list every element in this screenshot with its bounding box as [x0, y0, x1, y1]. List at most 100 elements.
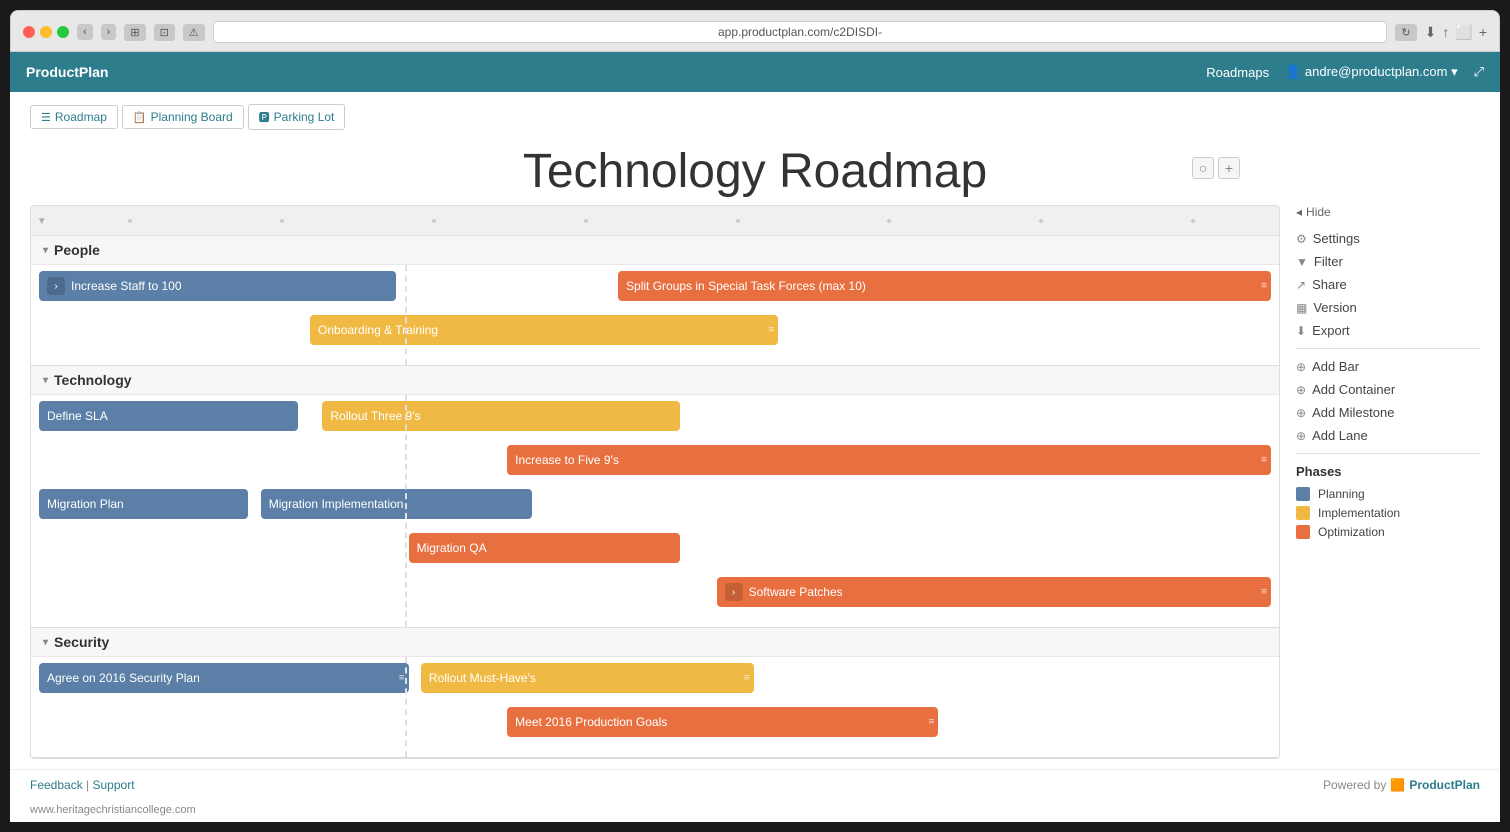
container-technology-header[interactable]: ▾ Technology: [31, 366, 1279, 395]
bar-production-goals[interactable]: Meet 2016 Production Goals ≡: [507, 707, 938, 737]
phase-planning-dot: [1296, 487, 1310, 501]
bar-menu-icon[interactable]: ≡: [399, 673, 405, 684]
page-title-area: Technology Roadmap ○ +: [10, 130, 1500, 205]
phase-implementation-label: Implementation: [1318, 506, 1400, 520]
add-container-button[interactable]: ⊕ Add Container: [1296, 382, 1480, 397]
phase-optimization: Optimization: [1296, 525, 1480, 539]
feedback-link[interactable]: Feedback: [30, 778, 83, 792]
container-people: ▾ People › Increase Staff to 100 S: [31, 236, 1279, 366]
nav-roadmaps[interactable]: Roadmaps: [1206, 65, 1269, 80]
bar-rollout-three[interactable]: Rollout Three 9's: [322, 401, 679, 431]
tab-parking-lot[interactable]: 🅿 Parking Lot: [248, 104, 346, 130]
zoom-controls: ○ +: [1192, 157, 1240, 179]
zoom-out-button[interactable]: ○: [1192, 157, 1214, 179]
phase-planning: Planning: [1296, 487, 1480, 501]
add-bar-icon: ⊕: [1296, 360, 1306, 374]
bar-menu-icon[interactable]: ≡: [1261, 455, 1267, 466]
security-collapse-arrow[interactable]: ▾: [43, 637, 48, 648]
bar-menu-icon[interactable]: ≡: [1261, 281, 1267, 292]
bar-security-plan[interactable]: Agree on 2016 Security Plan ≡: [39, 663, 409, 693]
container-technology: ▾ Technology Define SLA Rollout Three 9'…: [31, 366, 1279, 628]
back-button[interactable]: ‹: [77, 24, 93, 40]
version-icon: ▦: [1296, 301, 1307, 315]
traffic-light-green[interactable]: [57, 26, 69, 38]
planning-tab-icon: 📋: [133, 111, 147, 124]
bar-increase-five[interactable]: Increase to Five 9's ≡: [507, 445, 1271, 475]
tab-roadmap[interactable]: ☰ Roadmap: [30, 105, 118, 129]
add-bar-label: Add Bar: [1312, 359, 1359, 374]
bar-split-groups[interactable]: Split Groups in Special Task Forces (max…: [618, 271, 1271, 301]
bar-define-sla[interactable]: Define SLA: [39, 401, 298, 431]
bar-migration-impl[interactable]: Migration Implementation: [261, 489, 532, 519]
page-title: Technology Roadmap: [10, 144, 1500, 199]
timeline-header: ▾: [31, 206, 1279, 236]
add-milestone-button[interactable]: ⊕ Add Milestone: [1296, 405, 1480, 420]
phase-implementation-dot: [1296, 506, 1310, 520]
export-icon: ⬇: [1296, 324, 1306, 338]
add-lane-button[interactable]: ⊕ Add Lane: [1296, 428, 1480, 443]
nav-user[interactable]: 👤 andre@productplan.com ▾: [1285, 64, 1458, 80]
technology-collapse-arrow[interactable]: ▾: [43, 375, 48, 386]
bar-onboarding[interactable]: Onboarding & Training ≡: [310, 315, 778, 345]
sidebar-share[interactable]: ↗ Share: [1296, 277, 1480, 292]
phase-optimization-label: Optimization: [1318, 525, 1385, 539]
traffic-light-yellow[interactable]: [40, 26, 52, 38]
app-footer: Feedback | Support Powered by 🟧 ProductP…: [10, 769, 1500, 800]
right-sidebar: ◂ Hide ⚙ Settings ▼ Filter ↗ Share ▦ Ver…: [1280, 205, 1480, 759]
new-tab-button[interactable]: +: [1479, 24, 1487, 41]
lane-row: Onboarding & Training ≡: [39, 315, 1271, 355]
bar-rollout-must[interactable]: Rollout Must-Have's ≡: [421, 663, 754, 693]
version-label: Version: [1313, 300, 1356, 315]
fullscreen-icon[interactable]: ⤢: [1474, 64, 1484, 80]
roadmap-board: ▾ ▾ People: [30, 205, 1280, 759]
expand-icon[interactable]: ›: [47, 277, 65, 295]
layout-button[interactable]: ⊡: [154, 24, 175, 41]
bar-menu-icon[interactable]: ≡: [929, 717, 935, 728]
add-container-label: Add Container: [1312, 382, 1395, 397]
bar-software-patches[interactable]: › Software Patches ≡: [717, 577, 1271, 607]
forward-button[interactable]: ›: [101, 24, 117, 40]
sidebar-export[interactable]: ⬇ Export: [1296, 323, 1480, 338]
parking-tab-icon: 🅿: [259, 109, 270, 125]
add-container-icon: ⊕: [1296, 383, 1306, 397]
duplicate-button[interactable]: ⬜: [1455, 24, 1472, 41]
phase-planning-label: Planning: [1318, 487, 1365, 501]
lane-row: Increase to Five 9's ≡: [39, 445, 1271, 485]
hide-button[interactable]: ◂ Hide: [1296, 205, 1480, 219]
traffic-light-red[interactable]: [23, 26, 35, 38]
bar-menu-icon[interactable]: ≡: [744, 673, 750, 684]
expand-icon[interactable]: ›: [725, 583, 743, 601]
lane-row: Migration Plan Migration Implementation: [39, 489, 1271, 529]
reload-button[interactable]: ↻: [1395, 24, 1416, 41]
support-link[interactable]: Support: [93, 778, 135, 792]
container-people-header[interactable]: ▾ People: [31, 236, 1279, 265]
roadmap-tab-icon: ☰: [41, 111, 51, 124]
sidebar-version[interactable]: ▦ Version: [1296, 300, 1480, 315]
container-security-header[interactable]: ▾ Security: [31, 628, 1279, 657]
sidebar-settings[interactable]: ⚙ Settings: [1296, 231, 1480, 246]
technology-title: Technology: [54, 372, 132, 388]
phase-optimization-dot: [1296, 525, 1310, 539]
download-button[interactable]: ⬇: [1425, 24, 1437, 41]
sidebar-filter[interactable]: ▼ Filter: [1296, 254, 1480, 269]
tab-parking-label: Parking Lot: [274, 110, 335, 124]
bar-menu-icon[interactable]: ≡: [768, 325, 774, 336]
people-collapse-arrow[interactable]: ▾: [43, 245, 48, 256]
bar-menu-icon[interactable]: ≡: [1261, 587, 1267, 598]
footer-powered: Powered by 🟧 ProductPlan: [1323, 778, 1480, 792]
reader-button[interactable]: ⊞: [124, 24, 145, 41]
add-lane-icon: ⊕: [1296, 429, 1306, 443]
bar-increase-staff[interactable]: › Increase Staff to 100: [39, 271, 396, 301]
address-bar[interactable]: app.productplan.com/c2DISDI-: [213, 21, 1388, 43]
export-label: Export: [1312, 323, 1350, 338]
share-icon: ↗: [1296, 278, 1306, 292]
add-bar-button[interactable]: ⊕ Add Bar: [1296, 359, 1480, 374]
share-button[interactable]: ↑: [1442, 24, 1449, 41]
tab-planning-board[interactable]: 📋 Planning Board: [122, 105, 244, 129]
zoom-in-button[interactable]: +: [1218, 157, 1240, 179]
bar-migration-qa[interactable]: Migration QA: [409, 533, 680, 563]
lane-row: › Software Patches ≡: [39, 577, 1271, 617]
bar-migration-plan[interactable]: Migration Plan: [39, 489, 248, 519]
warning-button[interactable]: ⚠: [183, 24, 205, 41]
phases-title: Phases: [1296, 464, 1480, 479]
